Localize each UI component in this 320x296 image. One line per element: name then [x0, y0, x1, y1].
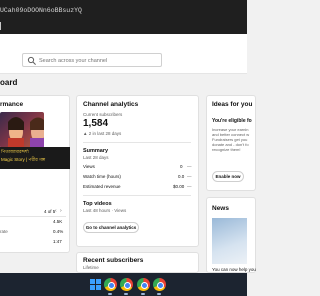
- search-bar[interactable]: [22, 53, 162, 67]
- chevron-left-icon[interactable]: ‹: [55, 208, 57, 214]
- stat-value-1: 4.5K: [53, 219, 63, 224]
- ideas-body-line: recognize them!: [212, 147, 241, 152]
- performance-card-title: rmance: [0, 101, 24, 108]
- chrome-icon[interactable]: [120, 278, 133, 291]
- divider: [83, 195, 191, 196]
- divider: [0, 216, 66, 217]
- windows-icon[interactable]: [89, 278, 102, 291]
- search-input[interactable]: [39, 55, 159, 66]
- active-app-indicator: [108, 293, 112, 295]
- news-footer: You can now help you: [212, 267, 256, 272]
- stat-label-3: rate: [0, 229, 8, 234]
- summary-period: Last 28 days: [83, 155, 109, 160]
- thumbnail-figures: [8, 117, 44, 148]
- video-rank: 4 of 5: [44, 209, 56, 214]
- os-taskbar: [0, 273, 247, 296]
- top-videos-title: Top videos: [83, 201, 112, 207]
- thumbnail-caption: পিতাজামারব্দর্শ্য Magic Story | পরীর গল্…: [0, 147, 70, 169]
- subscribers-label: Current subscribers: [83, 112, 123, 117]
- active-app-indicator: [141, 293, 145, 295]
- chrome-icon[interactable]: [153, 278, 166, 291]
- summary-row-label: Estimated revenue: [83, 184, 121, 189]
- summary-row-value: $0.00: [173, 184, 185, 189]
- video-thumbnail[interactable]: [0, 112, 44, 148]
- summary-row-trend: —: [187, 174, 192, 179]
- stat-value-2: 0.4%: [53, 229, 64, 234]
- enable-now-button[interactable]: Enable now: [212, 171, 244, 182]
- subscribers-delta: ▲ 2 in last 28 days: [83, 131, 122, 136]
- summary-row-trend: —: [187, 184, 192, 189]
- go-to-channel-analytics-button[interactable]: Go to channel analytics: [83, 222, 139, 233]
- video-title-line2: Magic Story | পরীর গল্প: [1, 157, 46, 162]
- url-text[interactable]: UCah09oDOONn6oBBsuzYQ: [0, 7, 82, 14]
- chrome-icon[interactable]: [104, 278, 117, 291]
- search-icon[interactable]: [27, 56, 37, 66]
- chrome-icon[interactable]: [137, 278, 150, 291]
- studio-header: [0, 34, 247, 74]
- active-app-indicator: [124, 293, 128, 295]
- news-card-title: News: [212, 205, 229, 212]
- summary-row-value: 0.0: [178, 174, 185, 179]
- summary-row-value: 0: [180, 164, 183, 169]
- summary-row-trend: —: [187, 164, 192, 169]
- chevron-right-icon[interactable]: ›: [60, 208, 62, 214]
- recent-subscribers-period: Lifetime: [83, 265, 99, 270]
- stat-value-3: 1:47: [53, 239, 62, 244]
- text-cursor: [0, 22, 1, 30]
- analytics-card-title: Channel analytics: [83, 101, 139, 108]
- active-app-indicator: [157, 293, 161, 295]
- news-image[interactable]: [212, 218, 247, 264]
- divider: [83, 142, 191, 143]
- summary-row-label: Watch time (hours): [83, 174, 121, 179]
- browser-address-bar[interactable]: UCah09oDOONn6oBBsuzYQ: [0, 0, 247, 34]
- ideas-card-title: Ideas for you: [212, 101, 253, 108]
- page-title: oard: [0, 78, 18, 87]
- video-title-line1: পিতাজামারব্দর্শ্য: [1, 149, 29, 154]
- top-videos-period: Last 48 hours · Views: [83, 208, 127, 213]
- ideas-heading: You're eligible fo: [212, 118, 252, 124]
- recent-subscribers-title: Recent subscribers: [83, 257, 144, 264]
- summary-title: Summary: [83, 148, 109, 154]
- summary-row-label: Views: [83, 164, 95, 169]
- subscribers-value: 1,584: [83, 118, 109, 129]
